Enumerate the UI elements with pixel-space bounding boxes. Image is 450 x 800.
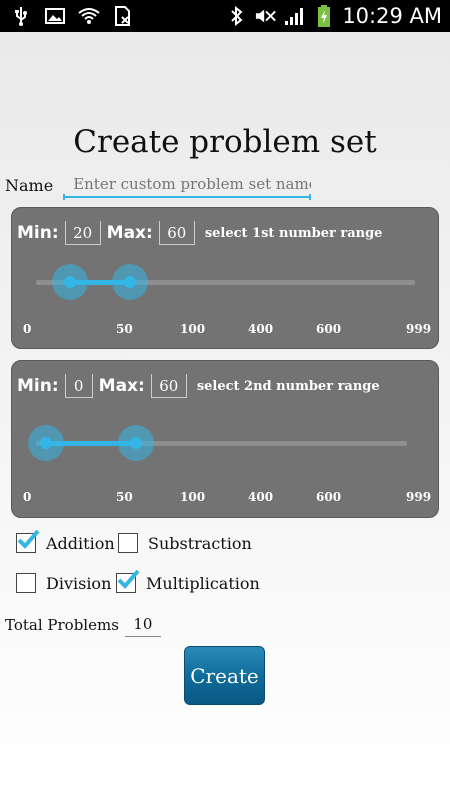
multiplication-option[interactable]: Multiplication xyxy=(116,569,260,593)
range2-hint: select 2nd number range xyxy=(196,378,380,394)
range2-tick: 600 xyxy=(316,490,342,504)
range2-tick: 50 xyxy=(116,490,133,504)
create-button[interactable]: Create xyxy=(184,646,265,705)
total-problems-label: Total Problems xyxy=(5,616,119,634)
multiplication-checkbox[interactable] xyxy=(116,569,140,593)
image-icon xyxy=(44,6,66,26)
range2-min-thumb[interactable] xyxy=(28,425,64,461)
addition-label: Addition xyxy=(46,533,115,553)
name-input[interactable] xyxy=(63,172,312,198)
range1-tick: 100 xyxy=(180,322,206,336)
range1-max-thumb[interactable] xyxy=(112,264,148,300)
range1-max-label: Max: xyxy=(106,223,153,243)
usb-icon xyxy=(10,6,32,26)
subtraction-option[interactable]: Substraction xyxy=(118,533,252,553)
sim-icon xyxy=(112,6,134,26)
range2-tick: 999 xyxy=(406,490,432,504)
signal-icon xyxy=(284,6,306,26)
name-row: Name xyxy=(5,172,312,200)
range1-tick: 0 xyxy=(23,322,32,336)
status-bar: 10:29 AM xyxy=(0,0,450,32)
range1-tick: 999 xyxy=(406,322,432,336)
subtraction-label: Substraction xyxy=(148,533,252,553)
range2-tick: 400 xyxy=(248,490,274,504)
mute-icon xyxy=(255,6,277,26)
range1-max-value[interactable]: 60 xyxy=(158,221,195,245)
range1-header: Min: 20 Max: 60 select 1st number range xyxy=(17,221,382,245)
page-title: Create problem set xyxy=(73,124,377,160)
bluetooth-icon xyxy=(226,6,248,26)
division-label: Division xyxy=(46,573,112,593)
range2-max-thumb[interactable] xyxy=(118,425,154,461)
range1-min-thumb[interactable] xyxy=(52,264,88,300)
range2-max-value[interactable]: 60 xyxy=(150,374,187,398)
range2-tick: 0 xyxy=(23,490,32,504)
clock: 10:29 AM xyxy=(342,4,442,28)
checkmark-icon xyxy=(17,529,40,549)
range-panel-1: Min: 20 Max: 60 select 1st number range … xyxy=(11,207,439,349)
range2-min-value[interactable]: 0 xyxy=(64,374,93,398)
multiplication-label: Multiplication xyxy=(146,573,260,593)
range1-tick: 600 xyxy=(316,322,342,336)
addition-option[interactable]: Addition xyxy=(16,529,115,553)
range2-max-label: Max: xyxy=(98,376,145,396)
total-problems-input[interactable]: 10 xyxy=(124,613,161,637)
battery-charging-icon xyxy=(313,5,335,27)
addition-checkbox[interactable] xyxy=(16,529,40,553)
range1-tick: 400 xyxy=(248,322,274,336)
range2-min-label: Min: xyxy=(17,376,59,396)
checkmark-icon xyxy=(117,569,140,589)
range1-hint: select 1st number range xyxy=(204,225,383,241)
range2-header: Min: 0 Max: 60 select 2nd number range xyxy=(17,374,380,398)
range-panel-2: Min: 0 Max: 60 select 2nd number range 0… xyxy=(11,360,439,518)
division-checkbox[interactable] xyxy=(16,573,36,593)
name-underline-left xyxy=(63,194,66,200)
range1-min-label: Min: xyxy=(17,223,59,243)
range1-tick: 50 xyxy=(116,322,133,336)
range1-min-value[interactable]: 20 xyxy=(64,221,101,245)
wifi-icon xyxy=(78,6,100,26)
subtraction-checkbox[interactable] xyxy=(118,533,138,553)
name-underline-right xyxy=(309,194,312,200)
name-label: Name xyxy=(5,175,54,195)
total-problems-row: Total Problems 10 xyxy=(5,613,161,637)
name-field-wrap xyxy=(63,172,312,200)
range2-tick: 100 xyxy=(180,490,206,504)
division-option[interactable]: Division xyxy=(16,573,111,593)
